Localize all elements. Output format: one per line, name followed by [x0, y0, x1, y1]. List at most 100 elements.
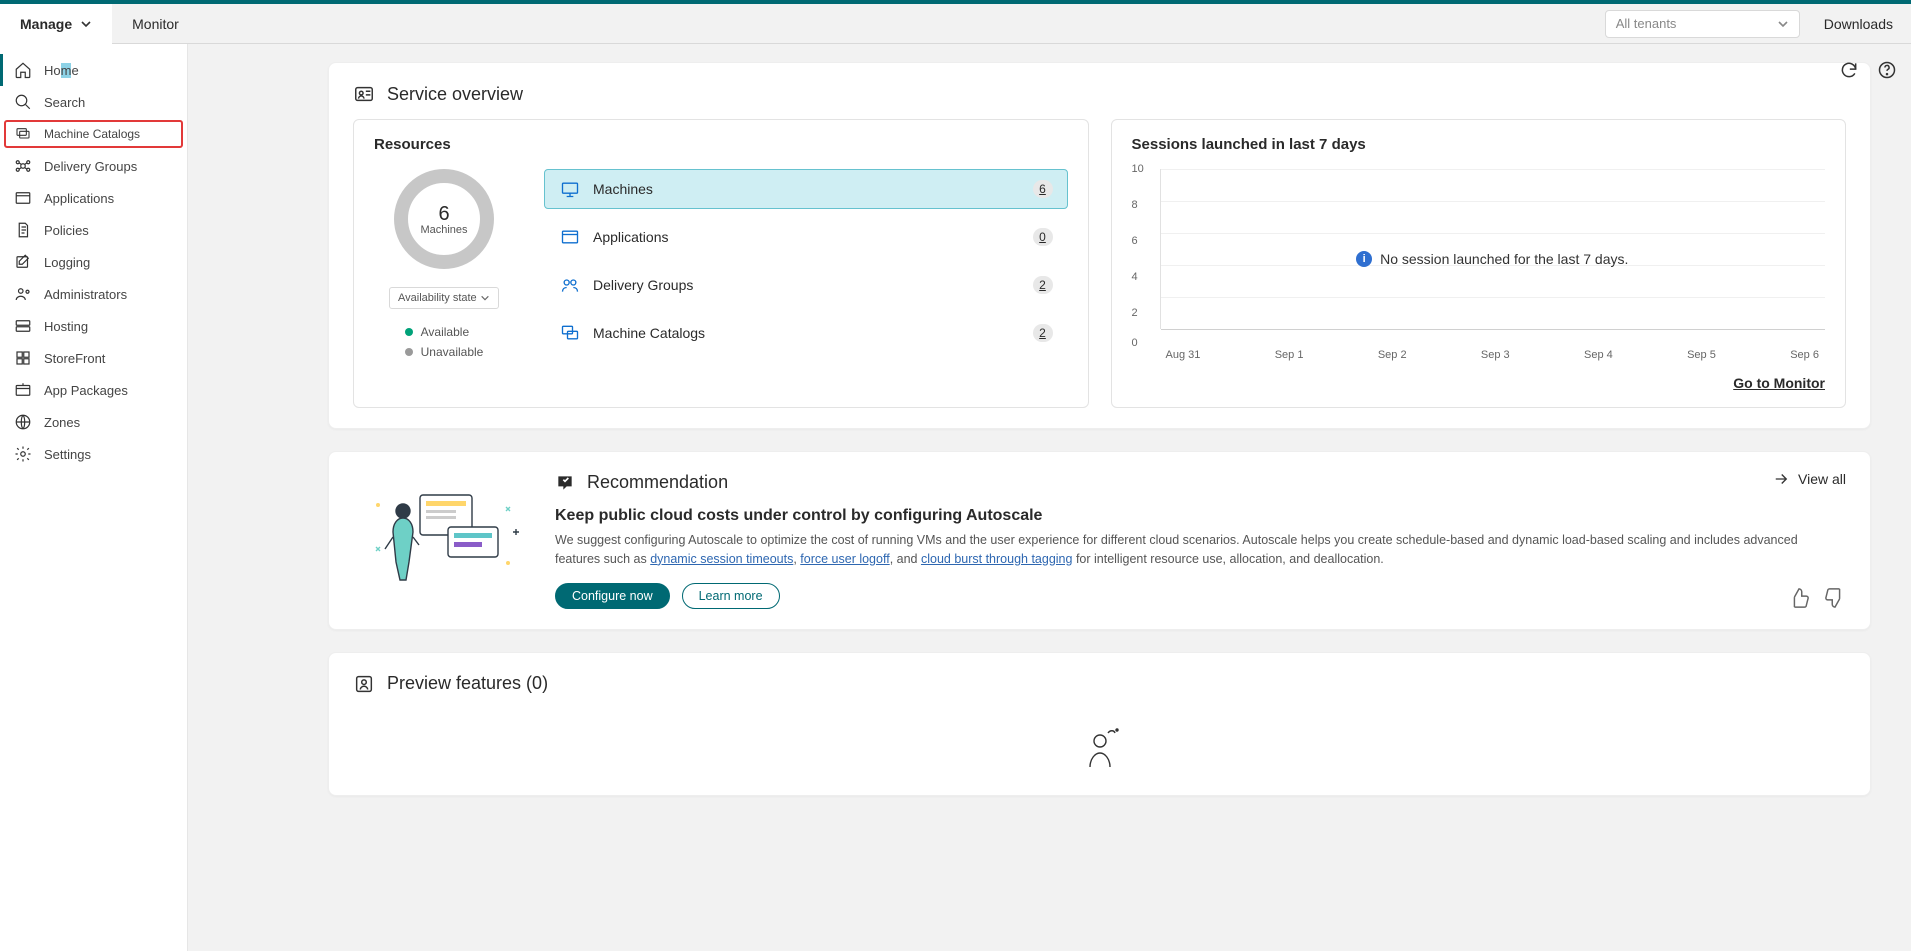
resource-item-machine-catalogs[interactable]: Machine Catalogs 2	[544, 313, 1068, 353]
arrow-right-icon	[1772, 470, 1790, 488]
ytick: 4	[1132, 271, 1138, 283]
xtick: Sep 2	[1378, 349, 1407, 361]
go-to-monitor-link[interactable]: Go to Monitor	[1132, 375, 1826, 391]
availability-legend: Available Unavailable	[405, 319, 484, 359]
sidebar-item-administrators[interactable]: Administrators	[0, 278, 187, 310]
ytick: 0	[1132, 337, 1138, 349]
ytick: 2	[1132, 307, 1138, 319]
chevron-down-icon	[1777, 18, 1789, 30]
logging-icon	[14, 253, 32, 271]
title-tabs: Manage Monitor	[0, 4, 199, 44]
help-button[interactable]	[1877, 60, 1897, 80]
sidebar-item-label: Delivery Groups	[44, 159, 137, 174]
tab-monitor[interactable]: Monitor	[112, 4, 199, 44]
preview-icon	[353, 673, 375, 695]
preview-features-card: Preview features (0)	[328, 652, 1871, 796]
tab-manage-label: Manage	[20, 16, 72, 32]
sidebar-item-home[interactable]: Home	[0, 54, 187, 86]
refresh-button[interactable]	[1839, 60, 1859, 80]
sidebar-item-machine-catalogs[interactable]: Machine Catalogs	[4, 120, 183, 148]
resource-item-machines[interactable]: Machines 6	[544, 169, 1068, 209]
resource-label: Applications	[593, 229, 1021, 245]
view-all-label: View all	[1798, 471, 1846, 487]
sessions-title: Sessions launched in last 7 days	[1132, 136, 1826, 153]
sidebar-item-label: Home	[44, 63, 79, 78]
apps-icon	[14, 189, 32, 207]
settings-icon	[14, 445, 32, 463]
chevron-down-icon	[480, 293, 490, 303]
preview-title: Preview features (0)	[387, 673, 548, 694]
resource-label: Machines	[593, 181, 1021, 197]
resources-panel: Resources 6 Machines Availability state	[353, 119, 1089, 408]
admins-icon	[14, 285, 32, 303]
thumbs-up-button[interactable]	[1788, 587, 1810, 609]
legend-dot-available	[405, 328, 413, 336]
packages-icon	[14, 381, 32, 399]
chart-plot	[1160, 169, 1826, 329]
resource-item-applications[interactable]: Applications 0	[544, 217, 1068, 257]
sidebar-item-settings[interactable]: Settings	[0, 438, 187, 470]
thumbs-down-button[interactable]	[1824, 587, 1846, 609]
resource-count[interactable]: 6	[1033, 180, 1053, 198]
hosting-icon	[14, 317, 32, 335]
resources-donut-wrap: 6 Machines Availability state Available …	[374, 169, 514, 359]
sidebar-item-label: Machine Catalogs	[44, 127, 140, 141]
sidebar-item-label: Search	[44, 95, 85, 110]
link-dynamic-session-timeouts[interactable]: dynamic session timeouts	[650, 552, 793, 566]
sidebar-item-app-packages[interactable]: App Packages	[0, 374, 187, 406]
machine-catalogs-icon	[559, 322, 581, 344]
sidebar-item-search[interactable]: Search	[0, 86, 187, 118]
xtick: Sep 3	[1481, 349, 1510, 361]
xtick: Aug 31	[1166, 349, 1201, 361]
downloads-label: Downloads	[1824, 16, 1893, 32]
sidebar-item-zones[interactable]: Zones	[0, 406, 187, 438]
overview-title: Service overview	[387, 84, 523, 105]
sidebar-item-applications[interactable]: Applications	[0, 182, 187, 214]
configure-now-button[interactable]: Configure now	[555, 583, 670, 609]
delivery-groups-icon	[559, 274, 581, 296]
sidebar-item-label: Administrators	[44, 287, 127, 302]
sidebar-item-delivery-groups[interactable]: Delivery Groups	[0, 150, 187, 182]
main-content: Service overview Resources 6 Machines Av…	[188, 44, 1911, 951]
recommendation-header: Recommendation	[587, 472, 728, 493]
sidebar-item-storefront[interactable]: StoreFront	[0, 342, 187, 374]
delivery-icon	[14, 157, 32, 175]
zones-icon	[14, 413, 32, 431]
ytick: 8	[1132, 199, 1138, 211]
resource-count[interactable]: 0	[1033, 228, 1053, 246]
resources-donut: 6 Machines	[394, 169, 494, 269]
tab-manage[interactable]: Manage	[0, 4, 112, 44]
home-icon	[14, 61, 32, 79]
resource-label: Delivery Groups	[593, 277, 1021, 293]
view-all-link[interactable]: View all	[1772, 470, 1846, 488]
resource-count[interactable]: 2	[1033, 324, 1053, 342]
xtick: Sep 1	[1275, 349, 1304, 361]
ytick: 6	[1132, 235, 1138, 247]
availability-select[interactable]: Availability state	[389, 287, 499, 309]
content-tools	[1839, 60, 1897, 80]
sessions-chart: 10 8 6 4 2 0	[1132, 169, 1826, 349]
donut-value: 6	[438, 203, 449, 226]
sidebar-item-hosting[interactable]: Hosting	[0, 310, 187, 342]
tab-monitor-label: Monitor	[132, 16, 179, 32]
overview-icon	[353, 83, 375, 105]
link-force-user-logoff[interactable]: force user logoff	[800, 552, 889, 566]
donut-label: Machines	[420, 224, 467, 236]
resource-count[interactable]: 2	[1033, 276, 1053, 294]
legend-dot-unavailable	[405, 348, 413, 356]
recommendation-illustration	[353, 472, 533, 592]
learn-more-button[interactable]: Learn more	[682, 583, 780, 609]
service-overview-card: Service overview Resources 6 Machines Av…	[328, 62, 1871, 429]
xtick: Sep 4	[1584, 349, 1613, 361]
sidebar-item-logging[interactable]: Logging	[0, 246, 187, 278]
sidebar-item-label: Hosting	[44, 319, 88, 334]
sidebar-item-label: App Packages	[44, 383, 128, 398]
sidebar-item-label: Policies	[44, 223, 89, 238]
resource-item-delivery-groups[interactable]: Delivery Groups 2	[544, 265, 1068, 305]
search-icon	[14, 93, 32, 111]
recommendation-text: We suggest configuring Autoscale to opti…	[555, 531, 1846, 569]
link-cloud-burst-tagging[interactable]: cloud burst through tagging	[921, 552, 1073, 566]
tenant-select[interactable]: All tenants	[1605, 10, 1800, 38]
sidebar-item-policies[interactable]: Policies	[0, 214, 187, 246]
downloads-link[interactable]: Downloads	[1824, 16, 1893, 32]
